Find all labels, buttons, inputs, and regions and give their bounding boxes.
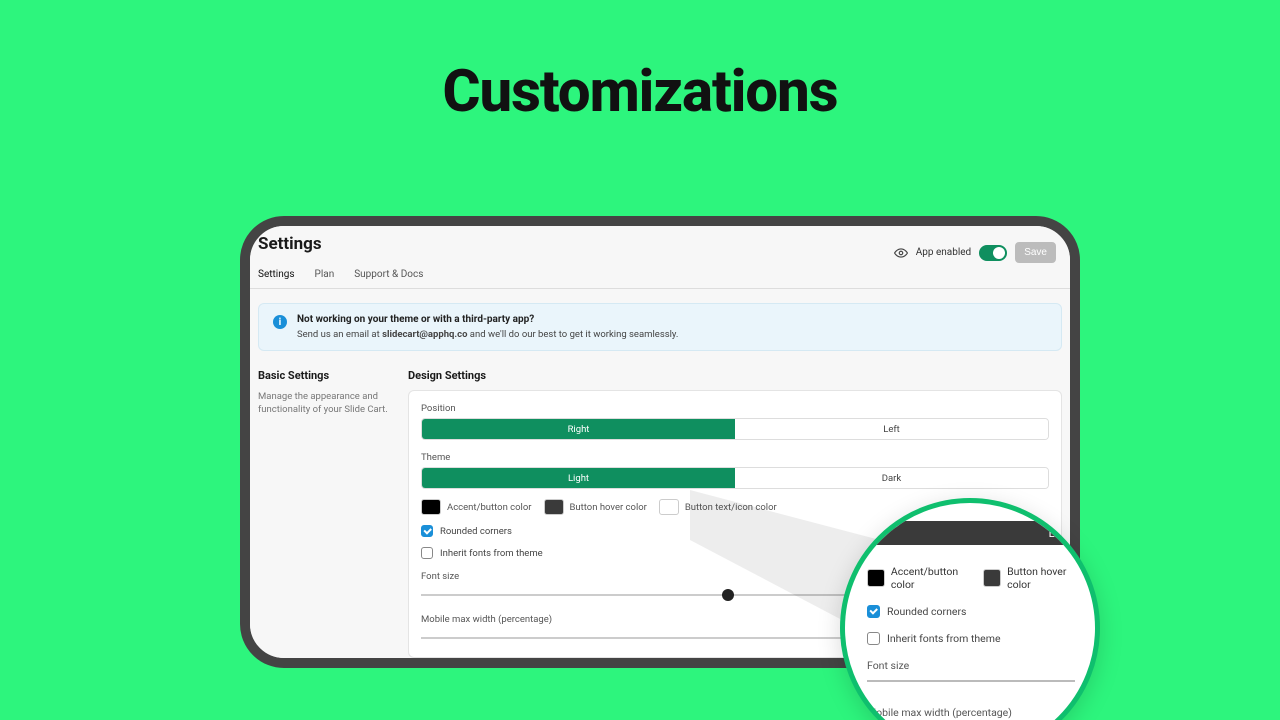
hover-color-swatch: [544, 499, 564, 515]
accent-color-picker[interactable]: Accent/button color: [421, 499, 532, 515]
zoom-accent-color-swatch: [867, 569, 885, 587]
basic-settings-title: Basic Settings: [258, 369, 394, 382]
visibility-icon[interactable]: [894, 246, 908, 260]
tabs: Settings Plan Support & Docs: [250, 263, 1070, 289]
hover-color-picker[interactable]: Button hover color: [544, 499, 647, 515]
zoom-accent-color-picker[interactable]: Accent/button color: [867, 565, 965, 591]
rounded-corners-checkbox[interactable]: [421, 525, 433, 537]
zoom-font-size-slider[interactable]: [867, 680, 1075, 682]
position-left-option[interactable]: Left: [735, 419, 1048, 439]
tab-support[interactable]: Support & Docs: [354, 269, 423, 288]
support-email[interactable]: slidecart@apphq.co: [382, 329, 467, 340]
theme-label: Theme: [421, 452, 1049, 463]
zoom-font-size-label: Font size: [867, 659, 1075, 672]
position-segment: Right Left: [421, 418, 1049, 440]
zoom-inherit-fonts-checkbox[interactable]: [867, 632, 880, 645]
info-banner-title: Not working on your theme or with a thir…: [297, 314, 678, 325]
zoom-hover-color-picker[interactable]: Button hover color: [983, 565, 1075, 591]
app-enabled-label: App enabled: [916, 247, 972, 258]
tab-plan[interactable]: Plan: [315, 269, 335, 288]
theme-segment: Light Dark: [421, 467, 1049, 489]
theme-light-option[interactable]: Light: [422, 468, 735, 488]
info-banner-body: Send us an email at slidecart@apphq.co a…: [297, 329, 678, 340]
basic-settings-desc: Manage the appearance and functionality …: [258, 390, 394, 417]
rounded-corners-label: Rounded corners: [440, 526, 512, 537]
design-settings-title: Design Settings: [408, 369, 1062, 382]
app-enabled-toggle[interactable]: [979, 245, 1007, 261]
inherit-fonts-label: Inherit fonts from theme: [440, 548, 543, 559]
page-title: Settings: [258, 234, 322, 254]
position-right-option[interactable]: Right: [422, 419, 735, 439]
info-banner: i Not working on your theme or with a th…: [258, 303, 1062, 351]
zoom-inherit-fonts-label: Inherit fonts from theme: [887, 632, 1001, 645]
info-icon: i: [273, 315, 287, 329]
app-header: Settings App enabled Save: [250, 226, 1070, 263]
zoom-rounded-corners-label: Rounded corners: [887, 605, 966, 618]
hero-title: Customizations: [0, 58, 1280, 126]
position-label: Position: [421, 403, 1049, 414]
accent-color-swatch: [421, 499, 441, 515]
zoom-hover-color-swatch: [983, 569, 1001, 587]
zoom-rounded-corners-checkbox[interactable]: [867, 605, 880, 618]
text-color-picker[interactable]: Button text/icon color: [659, 499, 777, 515]
inherit-fonts-checkbox[interactable]: [421, 547, 433, 559]
tab-settings[interactable]: Settings: [258, 269, 295, 288]
zoom-mobile-width-label: Mobile max width (percentage): [867, 706, 1075, 719]
text-color-swatch: [659, 499, 679, 515]
font-size-slider-thumb[interactable]: [722, 589, 734, 601]
save-button[interactable]: Save: [1015, 242, 1056, 263]
theme-dark-option[interactable]: Dark: [735, 468, 1048, 488]
